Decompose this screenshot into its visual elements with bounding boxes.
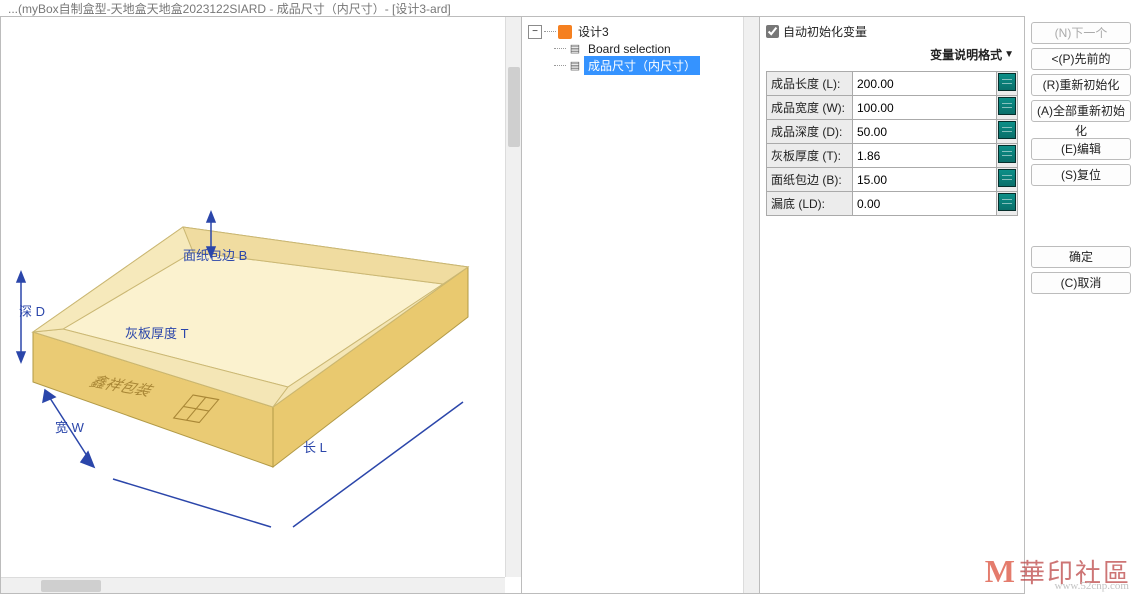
param-value-cell[interactable] [853, 120, 997, 144]
tree-root[interactable]: − 设计3 [526, 23, 755, 40]
param-row: 面纸包边 (B): [767, 168, 1018, 192]
param-value-cell[interactable] [853, 96, 997, 120]
ok-button[interactable]: 确定 [1031, 246, 1131, 268]
viewport-3d[interactable]: 鑫祥包装 面纸包边 B 灰板厚度 T 深 D [1, 17, 521, 593]
viewport-scrollbar-horizontal[interactable] [1, 577, 505, 593]
label-length-l: 长 L [303, 437, 327, 456]
document-icon: ▤ [568, 59, 582, 73]
reset-button[interactable]: (S)复位 [1031, 164, 1131, 186]
param-label: 面纸包边 (B): [767, 168, 853, 192]
label-wrap-b: 面纸包边 B [183, 245, 247, 264]
param-value-input[interactable] [857, 173, 992, 187]
tree-item-board-selection[interactable]: ▤ Board selection [526, 40, 755, 57]
tree-item-dimensions[interactable]: ▤ 成品尺寸（内尺寸） [526, 57, 755, 74]
watermark-logo-icon: M [985, 553, 1015, 590]
window-title: ...(myBox自制盒型-天地盒天地盒2023122SIARD - 成品尺寸（… [0, 0, 1137, 16]
calculator-icon[interactable] [998, 145, 1016, 163]
param-label: 漏底 (LD): [767, 192, 853, 216]
param-value-input[interactable] [857, 101, 992, 115]
reinit-button[interactable]: (R)重新初始化 [1031, 74, 1131, 96]
viewport-scrollbar-vertical[interactable] [505, 17, 521, 577]
param-value-cell[interactable] [853, 72, 997, 96]
param-row: 成品长度 (L): [767, 72, 1018, 96]
reinit-all-button[interactable]: (A)全部重新初始化 [1031, 100, 1131, 122]
param-value-cell[interactable] [853, 192, 997, 216]
auto-init-label: 自动初始化变量 [783, 23, 867, 40]
tree-item-label: 成品尺寸（内尺寸） [584, 56, 700, 75]
param-value-cell[interactable] [853, 168, 997, 192]
label-thick-t: 灰板厚度 T [125, 323, 189, 342]
param-value-input[interactable] [857, 197, 992, 211]
param-row: 成品深度 (D): [767, 120, 1018, 144]
param-value-cell[interactable] [853, 144, 997, 168]
design-icon [558, 25, 572, 39]
parameter-panel: 自动初始化变量 变量说明格式 ▼ 成品长度 (L):成品宽度 (W):成品深度 … [760, 16, 1025, 594]
calculator-icon[interactable] [998, 97, 1016, 115]
calculator-icon[interactable] [998, 169, 1016, 187]
label-width-w: 宽 W [55, 417, 84, 436]
tree-item-label: Board selection [584, 41, 675, 57]
next-button[interactable]: (N)下一个 [1031, 22, 1131, 44]
parameter-table: 成品长度 (L):成品宽度 (W):成品深度 (D):灰板厚度 (T):面纸包边… [766, 71, 1018, 216]
tree-scrollbar[interactable] [743, 17, 759, 593]
param-value-input[interactable] [857, 149, 992, 163]
calculator-icon[interactable] [998, 121, 1016, 139]
param-value-input[interactable] [857, 125, 992, 139]
param-label: 成品宽度 (W): [767, 96, 853, 120]
document-icon: ▤ [568, 42, 582, 56]
param-label: 成品深度 (D): [767, 120, 853, 144]
chevron-down-icon: ▼ [1004, 49, 1014, 60]
param-label: 灰板厚度 (T): [767, 144, 853, 168]
previous-button[interactable]: <(P)先前的 [1031, 48, 1131, 70]
label-depth-d: 深 D [19, 301, 45, 320]
param-row: 灰板厚度 (T): [767, 144, 1018, 168]
variable-format-label: 变量说明格式 [930, 46, 1002, 63]
param-value-input[interactable] [857, 77, 992, 91]
param-row: 成品宽度 (W): [767, 96, 1018, 120]
param-label: 成品长度 (L): [767, 72, 853, 96]
edit-button[interactable]: (E)编辑 [1031, 138, 1131, 160]
auto-init-checkbox[interactable] [766, 25, 779, 38]
action-button-column: (N)下一个 <(P)先前的 (R)重新初始化 (A)全部重新初始化 (E)编辑… [1025, 16, 1137, 594]
design-tree-panel: − 设计3 ▤ Board selection ▤ 成品尺寸（内尺寸） [522, 16, 760, 594]
viewport-3d-panel: 鑫祥包装 面纸包边 B 灰板厚度 T 深 D [0, 16, 522, 594]
watermark-url: www.52cnp.com [1055, 580, 1129, 592]
cancel-button[interactable]: (C)取消 [1031, 272, 1131, 294]
watermark: M 華印社區 www.52cnp.com [985, 553, 1131, 590]
variable-format-dropdown[interactable]: 变量说明格式 ▼ [930, 46, 1014, 63]
calculator-icon[interactable] [998, 73, 1016, 91]
calculator-icon[interactable] [998, 193, 1016, 211]
tree-root-label: 设计3 [574, 22, 613, 41]
param-row: 漏底 (LD): [767, 192, 1018, 216]
collapse-icon[interactable]: − [528, 25, 542, 39]
